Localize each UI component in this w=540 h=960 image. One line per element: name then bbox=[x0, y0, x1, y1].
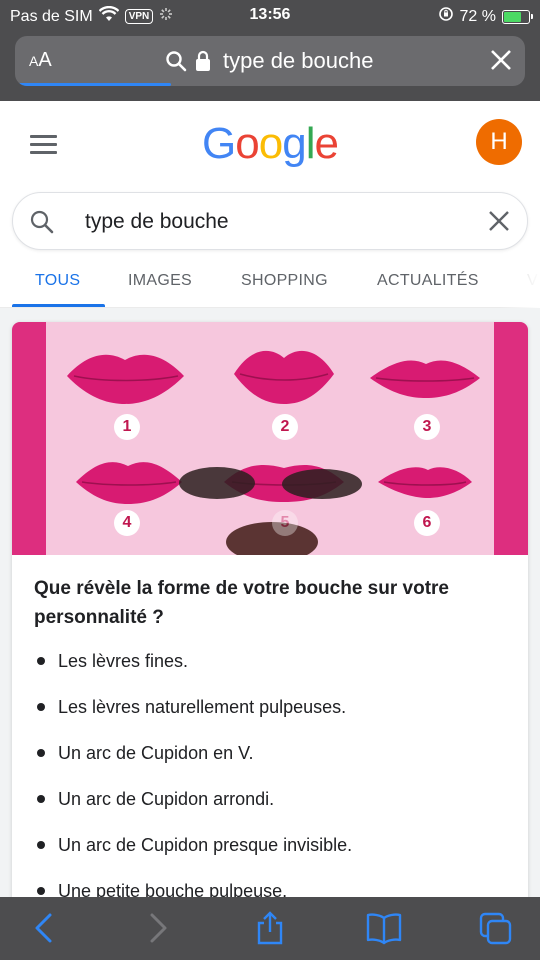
status-bar: Pas de SIM VPN 13:56 72 % bbox=[0, 0, 540, 32]
book-icon bbox=[366, 913, 402, 945]
bookmarks-button[interactable] bbox=[366, 911, 402, 945]
address-bar[interactable]: AA type de bouche bbox=[15, 36, 525, 86]
chevron-right-icon bbox=[150, 913, 167, 943]
search-icon bbox=[165, 50, 187, 77]
lips-illustration bbox=[67, 350, 480, 555]
list-item: Un arc de Cupidon arrondi. bbox=[34, 786, 514, 832]
battery-icon bbox=[502, 9, 533, 24]
close-icon bbox=[491, 50, 511, 70]
featured-snippet-card[interactable]: 1 2 3 4 5 6 Que révèle la forme de votre… bbox=[12, 322, 528, 922]
lip-number-4: 4 bbox=[114, 510, 140, 536]
back-button[interactable] bbox=[28, 911, 62, 945]
snippet-title[interactable]: Que révèle la forme de votre bouche sur … bbox=[34, 574, 504, 632]
battery-percent: 72 % bbox=[459, 7, 496, 25]
tabs-icon bbox=[479, 912, 512, 945]
safari-top-chrome: Pas de SIM VPN 13:56 72 % AA type de bou… bbox=[0, 0, 540, 101]
list-item: Un arc de Cupidon en V. bbox=[34, 740, 514, 786]
lip-shapes-image[interactable]: 1 2 3 4 5 6 bbox=[12, 322, 528, 555]
active-tab-indicator bbox=[12, 304, 105, 307]
text-size-button[interactable]: AA bbox=[29, 49, 52, 72]
list-item: Un arc de Cupidon presque invisible. bbox=[34, 832, 514, 878]
tab-actualites[interactable]: ACTUALITÉS bbox=[377, 272, 479, 290]
lip-number-3: 3 bbox=[414, 414, 440, 440]
google-logo[interactable]: Google bbox=[0, 119, 540, 169]
list-item: Les lèvres fines. bbox=[34, 648, 514, 694]
lip-number-5: 5 bbox=[272, 510, 298, 536]
share-icon bbox=[257, 911, 283, 945]
lock-icon bbox=[195, 50, 211, 77]
chevron-left-icon bbox=[35, 913, 52, 943]
snippet-list: Les lèvres fines. Les lèvres naturelleme… bbox=[34, 648, 514, 922]
forward-button[interactable] bbox=[140, 911, 174, 945]
safari-bottom-toolbar bbox=[0, 897, 540, 960]
lip-number-6: 6 bbox=[414, 510, 440, 536]
tab-tous[interactable]: TOUS bbox=[35, 272, 80, 290]
orientation-lock-icon bbox=[438, 6, 454, 27]
lip-number-2: 2 bbox=[272, 414, 298, 440]
list-item: Les lèvres naturellement pulpeuses. bbox=[34, 694, 514, 740]
share-button[interactable] bbox=[253, 911, 287, 945]
tab-shopping[interactable]: SHOPPING bbox=[241, 272, 328, 290]
tabs-button[interactable] bbox=[478, 911, 512, 945]
clear-search-icon[interactable] bbox=[487, 209, 511, 238]
google-header: Google H bbox=[0, 101, 540, 191]
stop-loading-button[interactable] bbox=[489, 48, 513, 75]
page-load-progress bbox=[19, 83, 171, 86]
url-text[interactable]: type de bouche bbox=[223, 48, 373, 74]
account-avatar[interactable]: H bbox=[476, 119, 522, 165]
tab-images[interactable]: IMAGES bbox=[128, 272, 192, 290]
search-input[interactable]: type de bouche bbox=[85, 210, 229, 234]
search-tabs: TOUS IMAGES SHOPPING ACTUALITÉS V bbox=[0, 262, 540, 308]
search-icon[interactable] bbox=[29, 209, 55, 240]
lip-number-1: 1 bbox=[114, 414, 140, 440]
search-box[interactable]: type de bouche bbox=[12, 192, 528, 250]
